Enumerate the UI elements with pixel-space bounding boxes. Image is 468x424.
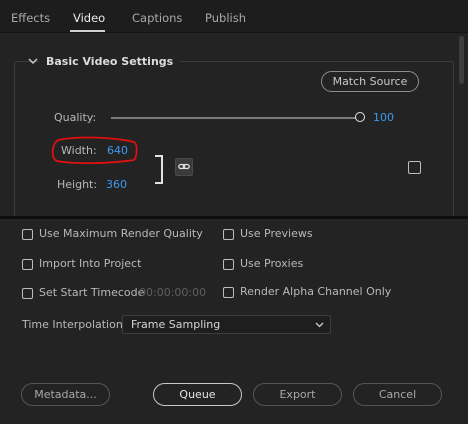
quality-slider-thumb[interactable]	[355, 112, 365, 122]
use-previews-checkbox[interactable]	[223, 229, 234, 240]
aspect-link-bracket	[155, 155, 163, 184]
quality-value[interactable]: 100	[373, 111, 394, 124]
group-title[interactable]: Basic Video Settings	[39, 55, 181, 68]
set-start-timecode-label[interactable]: Set Start Timecode	[39, 286, 144, 299]
max-render-quality-label[interactable]: Use Maximum Render Quality	[39, 227, 203, 240]
height-label: Height:	[57, 178, 98, 191]
width-label: Width:	[61, 144, 97, 157]
link-dimensions-button[interactable]	[175, 158, 193, 176]
chevron-down-icon[interactable]	[27, 55, 39, 67]
export-button[interactable]: Export	[253, 383, 342, 406]
set-start-timecode-checkbox[interactable]	[22, 288, 33, 299]
import-into-project-label[interactable]: Import Into Project	[39, 257, 141, 270]
tab-effects[interactable]: Effects	[11, 11, 50, 25]
queue-button[interactable]: Queue	[153, 383, 242, 406]
dropdown-chevron-icon	[315, 322, 324, 328]
tab-bar: Effects Video Captions Publish	[0, 0, 468, 33]
time-interpolation-label: Time Interpolation:	[22, 318, 127, 331]
use-proxies-checkbox[interactable]	[223, 259, 234, 270]
quality-label: Quality:	[54, 111, 97, 124]
render-alpha-checkbox[interactable]	[223, 287, 234, 298]
use-previews-label[interactable]: Use Previews	[240, 227, 313, 240]
match-source-button[interactable]: Match Source	[321, 71, 419, 92]
cancel-button[interactable]: Cancel	[353, 383, 442, 406]
height-value[interactable]: 360	[106, 178, 127, 191]
use-proxies-label[interactable]: Use Proxies	[240, 257, 303, 270]
tab-video[interactable]: Video	[73, 11, 105, 25]
tab-captions[interactable]: Captions	[132, 11, 182, 25]
link-icon	[178, 163, 190, 170]
render-alpha-label[interactable]: Render Alpha Channel Only	[240, 285, 391, 298]
tab-publish[interactable]: Publish	[205, 11, 246, 25]
video-settings-panel: Basic Video Settings Match Source Qualit…	[0, 33, 468, 216]
video-setting-checkbox[interactable]	[408, 161, 421, 174]
max-render-quality-checkbox[interactable]	[22, 229, 33, 240]
timecode-field[interactable]: 00:00:00:00	[139, 286, 206, 299]
panel-divider	[0, 216, 468, 219]
time-interpolation-value: Frame Sampling	[131, 318, 221, 331]
metadata-button[interactable]: Metadata...	[21, 383, 110, 406]
width-value[interactable]: 640	[107, 144, 128, 157]
scrollbar-thumb[interactable]	[459, 36, 464, 84]
quality-slider-track[interactable]	[111, 117, 360, 119]
time-interpolation-select[interactable]: Frame Sampling	[122, 315, 331, 334]
import-into-project-checkbox[interactable]	[22, 259, 33, 270]
